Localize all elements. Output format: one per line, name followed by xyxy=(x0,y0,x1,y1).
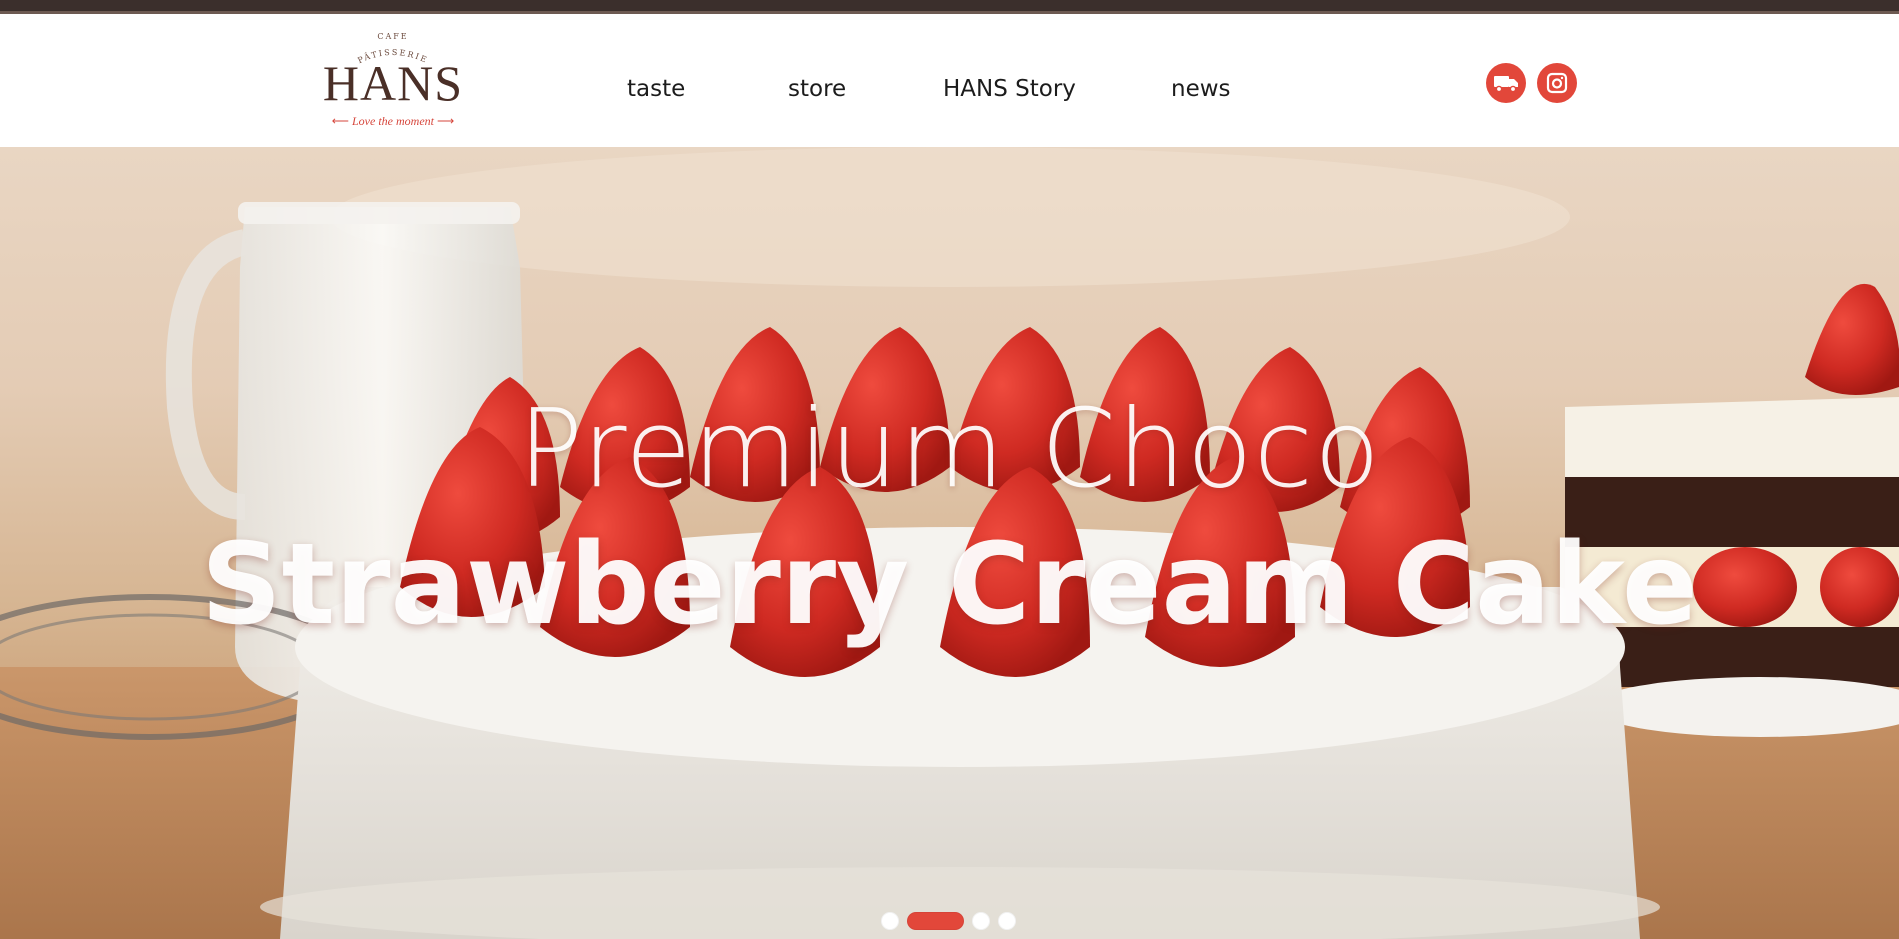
logo-tagline: ⟵ Love the moment ⟶ xyxy=(320,114,466,129)
logo-tagline-text: Love the moment xyxy=(352,114,434,128)
logo-wordmark: HANS xyxy=(322,55,464,111)
delivery-button[interactable] xyxy=(1486,63,1526,103)
nav-item-store[interactable]: store xyxy=(788,76,846,102)
logo-arrow-left: ⟵ xyxy=(331,114,349,128)
instagram-icon xyxy=(1546,72,1568,94)
slider-dot[interactable] xyxy=(881,912,899,930)
slider-dot[interactable] xyxy=(998,912,1016,930)
nav-item-hans-story[interactable]: HANS Story xyxy=(943,76,1076,102)
site-header: CAFE PÂTISSERIE HANS ⟵ Love the moment ⟶… xyxy=(0,14,1899,147)
slider-pagination xyxy=(0,912,1899,932)
nav-item-news[interactable]: news xyxy=(1171,76,1231,102)
instagram-button[interactable] xyxy=(1537,63,1577,103)
hero-title: Strawberry Cream Cake xyxy=(201,520,1698,650)
hans-logo[interactable]: CAFE PÂTISSERIE HANS ⟵ Love the moment ⟶ xyxy=(320,32,466,136)
slider-dot-active[interactable] xyxy=(907,912,964,930)
nav-item-taste[interactable]: taste xyxy=(627,76,685,102)
slider-dot[interactable] xyxy=(972,912,990,930)
hero-banner: Premium Choco Strawberry Cream Cake xyxy=(0,147,1899,939)
logo-arrow-right: ⟶ xyxy=(436,114,455,128)
delivery-truck-icon xyxy=(1494,76,1518,93)
hero-subtitle: Premium Choco xyxy=(517,387,1382,512)
top-strip xyxy=(0,0,1899,14)
logo-cafe-text: CAFE xyxy=(377,32,409,41)
